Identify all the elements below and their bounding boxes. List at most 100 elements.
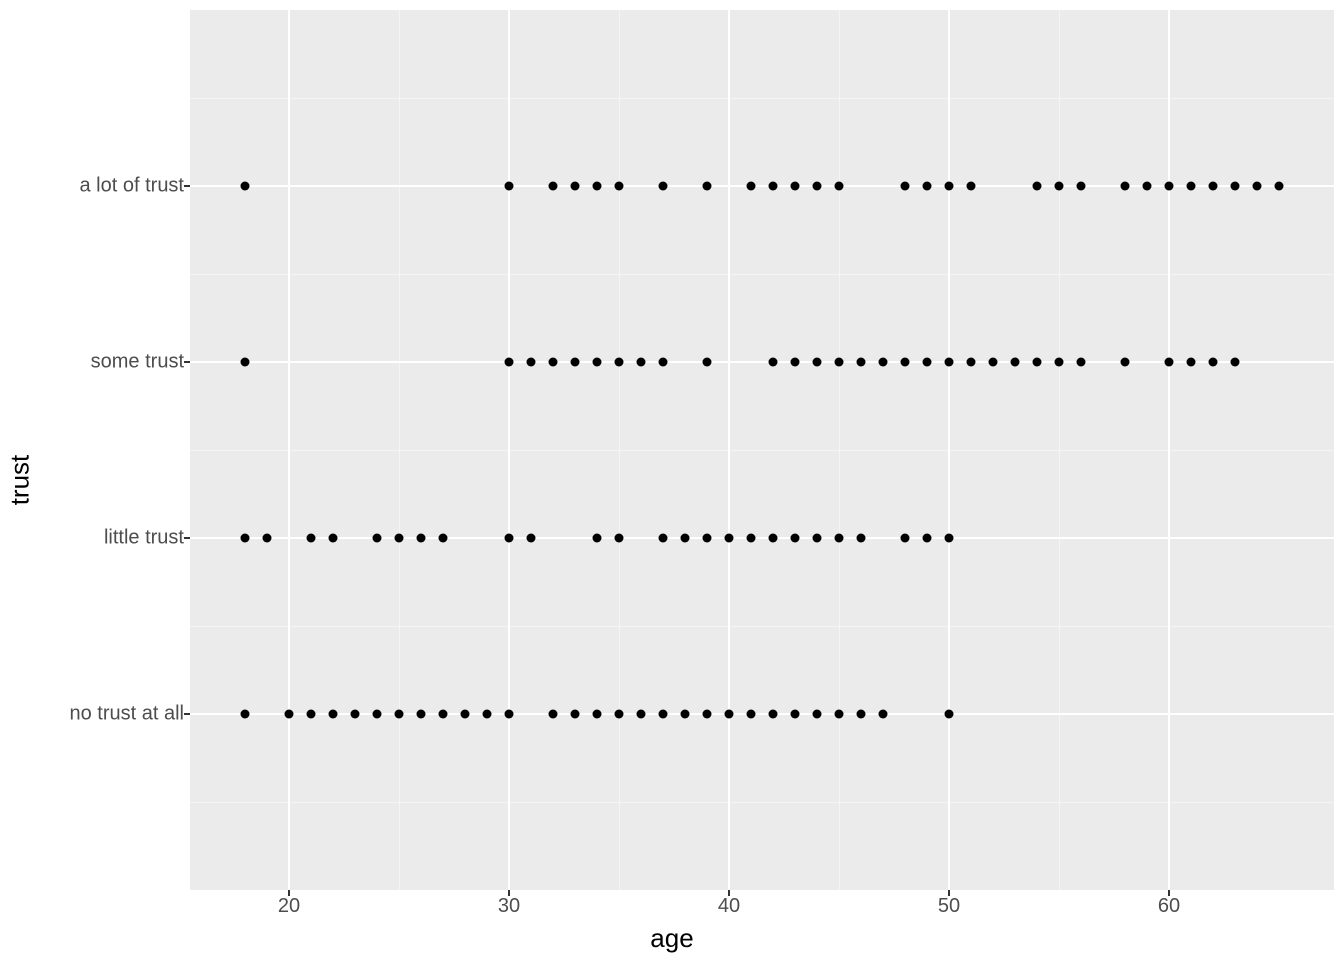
data-point (747, 182, 756, 191)
data-point (1187, 182, 1196, 191)
data-point (1077, 182, 1086, 191)
grid-h-major (190, 185, 1334, 187)
data-point (879, 358, 888, 367)
data-point (703, 534, 712, 543)
x-tick-label: 60 (1158, 895, 1180, 918)
data-point (1231, 358, 1240, 367)
x-tick-label: 50 (938, 895, 960, 918)
data-point (373, 710, 382, 719)
y-axis-title: trust (5, 455, 36, 506)
data-point (417, 534, 426, 543)
data-point (923, 358, 932, 367)
data-point (505, 534, 514, 543)
data-point (593, 534, 602, 543)
data-point (307, 534, 316, 543)
data-point (505, 710, 514, 719)
data-point (769, 534, 778, 543)
y-tick-mark (184, 361, 190, 363)
data-point (307, 710, 316, 719)
data-point (791, 710, 800, 719)
data-point (351, 710, 360, 719)
y-tick-mark (184, 713, 190, 715)
grid-h-major (190, 361, 1334, 363)
data-point (791, 534, 800, 543)
data-point (1209, 358, 1218, 367)
grid-h-minor (190, 802, 1334, 803)
data-point (835, 534, 844, 543)
data-point (615, 182, 624, 191)
data-point (329, 710, 338, 719)
data-point (241, 182, 250, 191)
grid-v-major (1168, 10, 1170, 890)
y-tick-label: no trust at all (69, 703, 184, 726)
data-point (703, 182, 712, 191)
y-tick-mark (184, 537, 190, 539)
data-point (1253, 182, 1262, 191)
data-point (593, 358, 602, 367)
data-point (703, 710, 712, 719)
x-tick-label: 40 (718, 895, 740, 918)
data-point (989, 358, 998, 367)
data-point (857, 534, 866, 543)
data-point (725, 534, 734, 543)
data-point (615, 710, 624, 719)
data-point (241, 358, 250, 367)
data-point (1231, 182, 1240, 191)
data-point (1121, 182, 1130, 191)
data-point (791, 182, 800, 191)
data-point (1209, 182, 1218, 191)
data-point (835, 182, 844, 191)
data-point (725, 710, 734, 719)
data-point (901, 182, 910, 191)
data-point (439, 534, 448, 543)
data-point (1121, 358, 1130, 367)
data-point (241, 710, 250, 719)
grid-h-major (190, 537, 1334, 539)
data-point (395, 710, 404, 719)
y-tick-mark (184, 185, 190, 187)
y-tick-label: some trust (91, 351, 184, 374)
data-point (593, 182, 602, 191)
data-point (615, 358, 624, 367)
data-point (703, 358, 712, 367)
plot-panel (190, 10, 1334, 890)
data-point (747, 534, 756, 543)
data-point (1055, 358, 1064, 367)
data-point (747, 710, 756, 719)
data-point (769, 358, 778, 367)
data-point (659, 358, 668, 367)
data-point (923, 534, 932, 543)
data-point (945, 358, 954, 367)
data-point (1275, 182, 1284, 191)
data-point (879, 710, 888, 719)
x-tick-label: 20 (278, 895, 300, 918)
data-point (637, 358, 646, 367)
grid-v-major (728, 10, 730, 890)
data-point (549, 182, 558, 191)
data-point (439, 710, 448, 719)
grid-v-major (508, 10, 510, 890)
data-point (505, 358, 514, 367)
data-point (417, 710, 426, 719)
y-tick-label: little trust (104, 527, 184, 550)
data-point (835, 710, 844, 719)
data-point (505, 182, 514, 191)
x-axis-title: age (0, 923, 1344, 954)
data-point (549, 710, 558, 719)
data-point (549, 358, 558, 367)
data-point (857, 358, 866, 367)
data-point (263, 534, 272, 543)
data-point (967, 358, 976, 367)
data-point (945, 182, 954, 191)
data-point (681, 534, 690, 543)
data-point (1055, 182, 1064, 191)
data-point (1165, 182, 1174, 191)
data-point (461, 710, 470, 719)
grid-h-minor (190, 98, 1334, 99)
data-point (923, 182, 932, 191)
data-point (483, 710, 492, 719)
data-point (659, 182, 668, 191)
data-point (659, 534, 668, 543)
data-point (1033, 358, 1042, 367)
data-point (1165, 358, 1174, 367)
